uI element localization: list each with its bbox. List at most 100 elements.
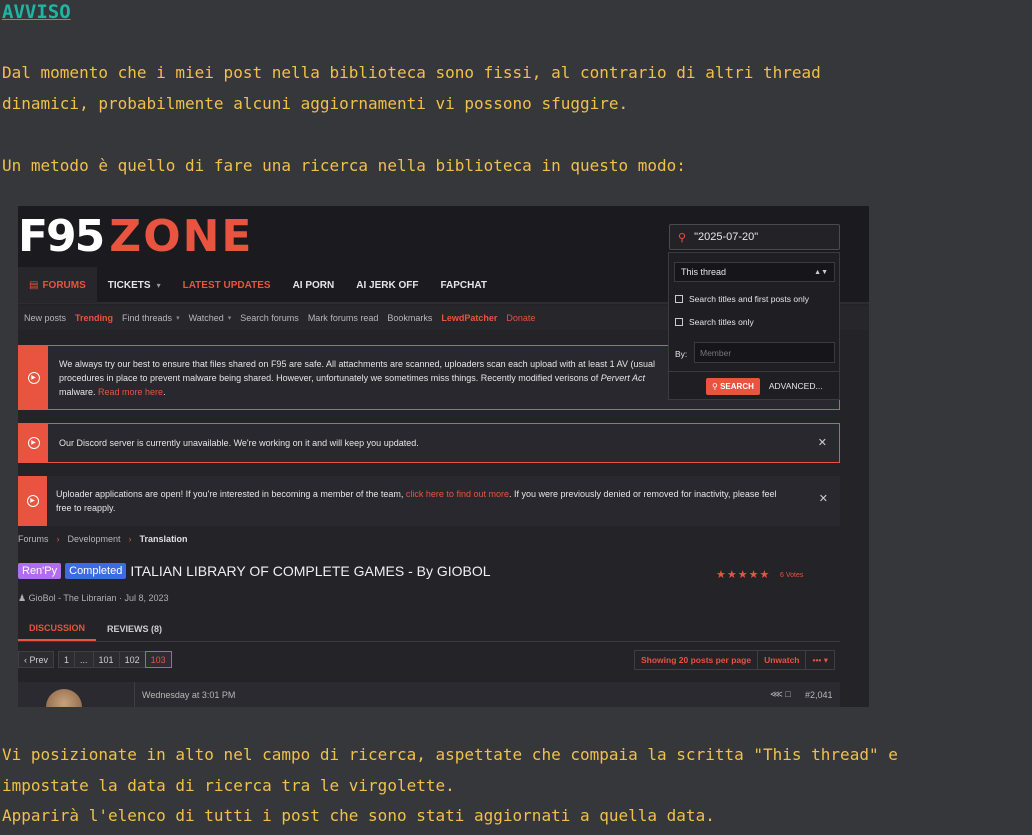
paragraph-3-line-2: impostate la data di ricerca tra le virg…	[2, 776, 455, 795]
search-value: "2025-07-20"	[694, 231, 759, 243]
member-input[interactable]: Member	[694, 342, 835, 363]
search-button[interactable]: ⚲ SEARCH	[706, 377, 760, 395]
subnav-mark-read[interactable]: Mark forums read	[308, 313, 379, 323]
embedded-screenshot: F95 ZONE ⚲ "2025-07-20" ▤ FORUMS TICKETS ▾…	[18, 206, 869, 707]
paragraph-4: Apparirà l'elenco di tutti i post che so…	[2, 806, 715, 825]
notice-side: ▶	[19, 346, 48, 409]
notice-uploader-line-1b: . If you were previously denied or remov…	[508, 489, 777, 499]
page-103[interactable]: 103	[144, 651, 172, 668]
unwatch-button[interactable]: Unwatch	[758, 651, 807, 669]
chevron-up-down-icon: ▲▼	[814, 268, 828, 276]
subnav-watched[interactable]: Watched	[189, 313, 224, 323]
search-dropdown: This thread ▲▼ Search titles and first p…	[668, 252, 840, 400]
nav-tickets[interactable]: TICKETS ▾	[97, 267, 172, 303]
votes-count: 6 Votes	[780, 572, 804, 579]
subnav-new-posts[interactable]: New posts	[24, 313, 66, 323]
post-divider	[134, 682, 135, 707]
thread-meta: ♟ GioBol - The Librarian · Jul 8, 2023	[18, 593, 169, 604]
logo-f95: F95	[18, 210, 105, 262]
tag-renpy[interactable]: Ren'Py	[18, 563, 62, 579]
page-102[interactable]: 102	[118, 651, 145, 668]
subnav-donate[interactable]: Donate	[506, 313, 535, 323]
notice-uploader: ▶ Uploader applications are open! If you…	[18, 476, 840, 526]
subnav-search-forums[interactable]: Search forums	[240, 313, 299, 323]
tag-completed[interactable]: Completed	[65, 563, 127, 579]
more-menu-button[interactable]: ••• ▾	[806, 651, 834, 669]
chevron-right-icon: ›	[128, 534, 132, 544]
notice-side: ▶	[19, 424, 48, 462]
checkbox-box	[675, 295, 683, 303]
close-icon[interactable]: ✕	[819, 492, 828, 506]
chevron-right-icon: ▶	[27, 371, 40, 384]
notice-discord-text: Our Discord server is currently unavaila…	[59, 438, 419, 448]
subnav-find-threads[interactable]: Find threads	[122, 313, 172, 323]
heading-avviso[interactable]: AVVISO	[2, 1, 71, 23]
find-out-more-link[interactable]: click here to find out more	[406, 489, 509, 499]
search-scope-value: This thread	[681, 267, 727, 277]
tab-reviews[interactable]: REVIEWS (8)	[96, 616, 173, 641]
search-first-posts-label: Search titles and first posts only	[689, 294, 810, 304]
paragraph-3-line-1: Vi posizionate in alto nel campo di rice…	[2, 745, 898, 764]
read-more-link[interactable]: Read more here	[98, 387, 163, 397]
search-dropdown-footer: ⚲ SEARCH ADVANCED...	[669, 371, 839, 400]
user-icon: ♟	[18, 593, 29, 603]
subnav-bookmarks[interactable]: Bookmarks	[387, 313, 432, 323]
avatar[interactable]	[46, 689, 82, 707]
breadcrumb-development[interactable]: Development	[68, 534, 121, 544]
post-number[interactable]: #2,041	[805, 690, 833, 700]
notice-safety-line-3b: .	[163, 386, 166, 397]
post-date[interactable]: Wednesday at 3:01 PM	[142, 690, 235, 700]
paragraph-2: Un metodo è quello di fare una ricerca n…	[2, 156, 686, 175]
tab-discussion[interactable]: DISCUSSION	[18, 616, 97, 641]
forums-icon: ▤	[29, 279, 39, 291]
thread-controls: Showing 20 posts per page Unwatch ••• ▾	[634, 650, 836, 670]
chevron-down-icon: ▾	[156, 280, 161, 290]
rating-stars[interactable]: ★★★★★	[716, 568, 770, 581]
logo-zone: ZONE	[109, 210, 254, 262]
search-icon: ⚲	[712, 381, 721, 391]
notice-discord: ▶ Our Discord server is currently unavai…	[18, 423, 840, 463]
page-prev[interactable]: ‹ Prev	[18, 651, 55, 668]
chevron-right-icon: ▶	[27, 437, 40, 449]
site-logo: F95 ZONE	[18, 211, 254, 262]
chevron-right-icon: ›	[56, 534, 60, 544]
chevron-down-icon: ▾	[227, 315, 232, 322]
paragraph-1-line-2: dinamici, probabilmente alcuni aggiornam…	[2, 94, 629, 113]
thread-tabs: DISCUSSION REVIEWS (8)	[18, 616, 840, 642]
paragraph-1-line-1: Dal momento che i miei post nella biblio…	[2, 63, 821, 82]
notice-uploader-line-1a: Uploader applications are open! If you'r…	[56, 489, 406, 499]
advanced-search-link[interactable]: ADVANCED...	[769, 381, 823, 391]
nav-latest-updates[interactable]: LATEST UPDATES	[172, 267, 282, 303]
subnav-trending[interactable]: Trending	[75, 313, 113, 323]
thread-title: ITALIAN LIBRARY OF COMPLETE GAMES - By G…	[130, 563, 491, 579]
nav-forums-label: FORUMS	[42, 279, 86, 291]
subnav-lewdpatcher[interactable]: LewdPatcher	[441, 313, 497, 323]
nav-fapchat[interactable]: FAPCHAT	[429, 267, 497, 303]
notice-safety-line-1: We always try our best to ensure that fi…	[59, 358, 656, 369]
by-label: By:	[675, 349, 688, 359]
thread-title-row: Ren'Py Completed ITALIAN LIBRARY OF COMP…	[18, 563, 491, 579]
nav-forums[interactable]: ▤ FORUMS	[18, 267, 97, 303]
notice-uploader-text: Uploader applications are open! If you'r…	[56, 487, 810, 515]
nav-ai-porn[interactable]: AI PORN	[282, 267, 346, 303]
breadcrumb: Forums › Development › Translation	[18, 534, 188, 544]
search-input[interactable]: ⚲ "2025-07-20"	[669, 224, 840, 250]
breadcrumb-forums[interactable]: Forums	[18, 534, 49, 544]
page-ellipsis[interactable]: ...	[74, 651, 93, 668]
breadcrumb-translation[interactable]: Translation	[140, 534, 188, 544]
nav-tickets-label: TICKETS	[107, 279, 151, 291]
page-1[interactable]: 1	[58, 651, 75, 668]
notice-uploader-line-1: Uploader applications are open! If you'r…	[56, 487, 810, 501]
nav-ai-jerk-off[interactable]: AI JERK OFF	[345, 267, 429, 303]
search-scope-select[interactable]: This thread ▲▼	[674, 262, 835, 282]
search-first-posts-checkbox[interactable]: Search titles and first posts only	[675, 294, 809, 304]
page-101[interactable]: 101	[92, 651, 119, 668]
search-button-label: SEARCH	[720, 381, 754, 391]
notice-safety-line-3a: malware.	[59, 386, 99, 397]
posts-per-page[interactable]: Showing 20 posts per page	[635, 651, 759, 669]
share-bookmark-icons[interactable]: ⋘ □	[770, 689, 791, 700]
search-titles-only-checkbox[interactable]: Search titles only	[675, 317, 754, 327]
close-icon[interactable]: ✕	[818, 436, 827, 450]
notice-side: ▶	[18, 476, 47, 526]
search-icon: ⚲	[678, 231, 687, 244]
